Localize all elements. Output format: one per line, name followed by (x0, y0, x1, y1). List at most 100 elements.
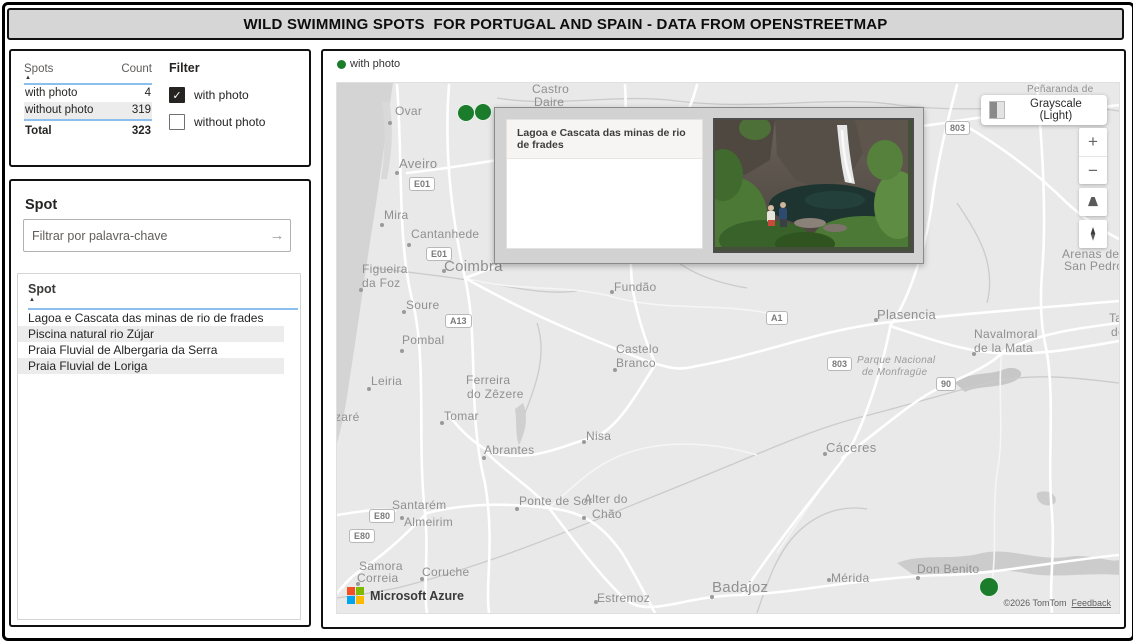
map-city-label: Soure (406, 298, 440, 312)
azure-attribution-label: Microsoft Azure (370, 589, 464, 603)
legend-green-dot-icon (337, 60, 346, 69)
map-city-label: da Foz (362, 276, 401, 290)
road-shield-badge: E80 (369, 509, 395, 523)
map-tooltip: Lagoa e Cascata das minas de rio de frad… (494, 107, 924, 264)
summary-table: Spots Count ▲ with photo 4 without photo… (24, 63, 152, 140)
city-dot-icon (356, 582, 360, 586)
search-submit-arrow-icon[interactable]: → (264, 227, 290, 244)
zoom-out-button[interactable]: − (1079, 156, 1107, 184)
azure-logo-square (356, 596, 364, 604)
city-dot-icon (823, 452, 827, 456)
spot-search-input[interactable] (24, 229, 264, 243)
swimming-spot-marker[interactable] (457, 104, 475, 122)
filter-option[interactable]: ✓with photo (169, 87, 265, 103)
map-city-label: San Pedro (1064, 259, 1120, 273)
spot-list-item[interactable]: Praia Fluvial de Albergaria da Serra (18, 342, 284, 358)
checkbox-checked-icon[interactable]: ✓ (169, 87, 185, 103)
city-dot-icon (380, 223, 384, 227)
tooltip-card: Lagoa e Cascata das minas de rio de frad… (506, 119, 703, 249)
map-city-label: Ta (1109, 311, 1120, 325)
azure-logo-square (347, 587, 355, 595)
road-shield-badge: A1 (766, 311, 788, 325)
map-city-label: Santarém (392, 498, 446, 512)
dashboard-page: WILD SWIMMING SPOTS FOR PORTUGAL AND SPA… (2, 2, 1133, 641)
city-dot-icon (395, 171, 399, 175)
map-city-label: Leiria (371, 374, 402, 388)
spot-list-item[interactable]: Praia Fluvial de Loriga (18, 358, 284, 374)
city-dot-icon (440, 421, 444, 425)
checkbox-unchecked-icon[interactable] (169, 114, 185, 130)
city-dot-icon (388, 121, 392, 125)
road-shield-badge: 803 (945, 121, 970, 135)
swimming-spot-marker[interactable] (979, 577, 999, 597)
road-shield-badge: A13 (445, 314, 472, 328)
map-city-label: Don Benito (917, 562, 979, 576)
table-row[interactable]: without photo 319 (24, 102, 152, 121)
map-city-label: de (1111, 325, 1120, 339)
road-shield-badge: E01 (409, 177, 435, 191)
city-dot-icon (827, 578, 831, 582)
map-city-label: Nisa (586, 429, 611, 443)
pitch-tilt-button[interactable] (1079, 188, 1107, 216)
spot-list-item[interactable]: Lagoa e Cascata das minas de rio de frad… (18, 310, 284, 326)
tooltip-title: Lagoa e Cascata das minas de rio de frad… (507, 120, 702, 159)
map-city-label: Chão (592, 507, 622, 521)
map-city-label: Cantanhede (411, 227, 479, 241)
summary-col-count[interactable]: Count (121, 63, 152, 75)
filter-option[interactable]: without photo (169, 114, 265, 130)
summary-col-spots[interactable]: Spots (24, 63, 53, 75)
city-dot-icon (400, 516, 404, 520)
filter-option-label: without photo (194, 115, 265, 129)
city-dot-icon (972, 352, 976, 356)
map-controls: + − (1079, 128, 1107, 252)
city-dot-icon (420, 577, 424, 581)
map-style-button[interactable]: Grayscale (Light) (981, 95, 1107, 125)
city-dot-icon (582, 440, 586, 444)
map-city-label: Castro (532, 82, 569, 96)
filter-title: Filter (169, 61, 265, 75)
row-label: with photo (25, 87, 77, 100)
map-city-label: Navalmoral (974, 327, 1038, 341)
city-dot-icon (515, 507, 519, 511)
map-city-label: Coruche (422, 565, 469, 579)
summary-table-header[interactable]: Spots Count ▲ (24, 63, 152, 85)
map-city-label: Parque Nacional (857, 355, 935, 366)
city-dot-icon (582, 516, 586, 520)
city-dot-icon (367, 387, 371, 391)
spot-search-box[interactable]: → (23, 219, 291, 252)
spot-list-header[interactable]: Spot ▲ (28, 282, 298, 310)
map-city-label: Ovar (395, 104, 422, 118)
table-row[interactable]: with photo 4 (24, 85, 152, 102)
azure-logo-square (356, 587, 364, 595)
spot-photo (713, 118, 914, 253)
compass-button[interactable] (1079, 220, 1107, 248)
zoom-in-button[interactable]: + (1079, 128, 1107, 156)
row-label: without photo (25, 104, 93, 117)
city-dot-icon (482, 456, 486, 460)
filter-block: Filter ✓with photo without photo (169, 61, 265, 141)
map-city-label: Peñaranda de (1027, 84, 1093, 95)
map-city-label: Ponte de Sor (519, 494, 593, 508)
road-shield-badge: E80 (349, 529, 375, 543)
map-city-label: Abrantes (484, 443, 534, 457)
map-style-label: Grayscale (Light) (1013, 98, 1099, 122)
city-dot-icon (442, 269, 446, 273)
sort-ascending-icon: ▲ (25, 75, 31, 81)
swimming-spot-marker[interactable] (474, 103, 492, 121)
road-shield-badge: 90 (936, 377, 956, 391)
row-value: 319 (132, 104, 151, 117)
map-city-label: Badajoz (712, 579, 768, 596)
feedback-link[interactable]: Feedback (1071, 598, 1111, 608)
map-panel: with photo (321, 49, 1126, 629)
map-city-label: Aveiro (399, 156, 437, 171)
spot-list-item[interactable]: Piscina natural rio Zújar (18, 326, 284, 342)
city-dot-icon (610, 290, 614, 294)
spot-panel-title: Spot (25, 197, 57, 213)
page-title: WILD SWIMMING SPOTS FOR PORTUGAL AND SPA… (7, 8, 1124, 40)
city-dot-icon (710, 595, 714, 599)
map-copyright: ©2026 TomTomFeedback (1003, 598, 1111, 608)
road-shield-badge: 803 (827, 357, 852, 371)
map-canvas[interactable]: OvarCastroDaireAveiroMiraCantanhedeFigue… (336, 82, 1120, 614)
tilt-icon (1083, 192, 1103, 212)
city-dot-icon (400, 349, 404, 353)
